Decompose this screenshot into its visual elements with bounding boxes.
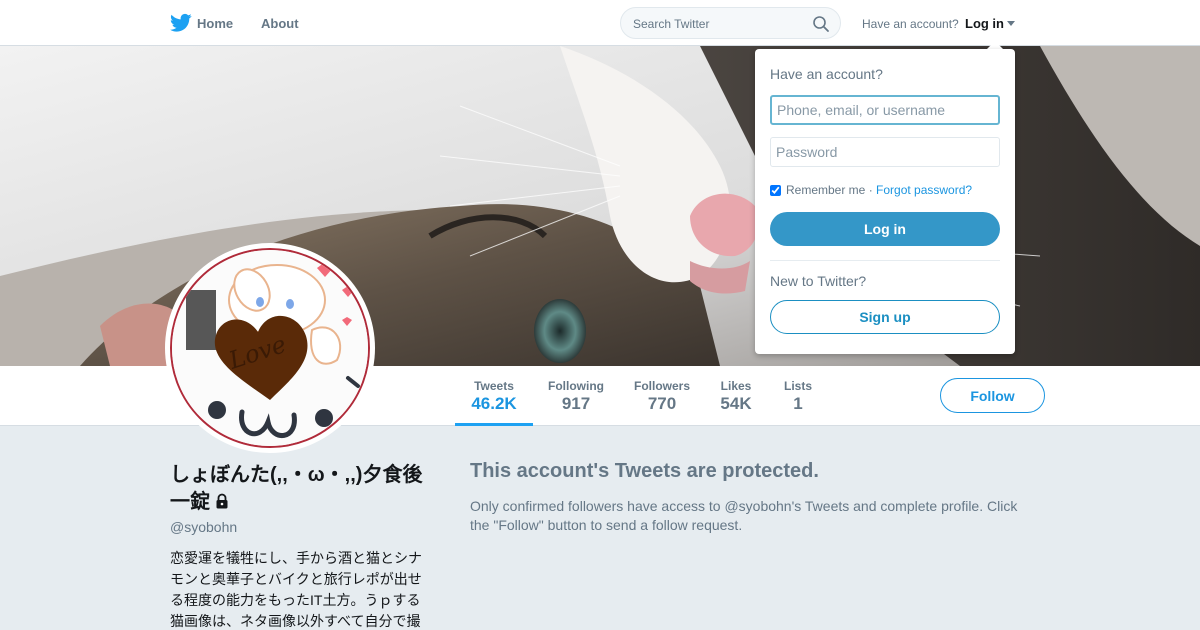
stat-label: Likes	[720, 379, 752, 393]
avatar-illustration: Love	[172, 250, 368, 446]
login-dropdown: Have an account? Remember me · Forgot pa…	[755, 49, 1015, 354]
avatar-image: Love	[170, 248, 370, 448]
stat-tweets[interactable]: Tweets 46.2K	[455, 366, 533, 426]
divider	[770, 260, 1000, 261]
stat-label: Followers	[633, 379, 690, 393]
remember-me-checkbox[interactable]	[770, 184, 781, 196]
stat-value: 917	[561, 394, 591, 413]
profile-handle[interactable]: @syobohn	[170, 519, 237, 535]
nav-home-link[interactable]: Home	[197, 16, 233, 31]
forgot-password-link[interactable]: Forgot password?	[876, 183, 972, 197]
login-dropdown-toggle[interactable]: Log in	[965, 16, 1004, 31]
stat-following[interactable]: Following 917	[543, 366, 609, 426]
stat-label: Tweets	[474, 379, 514, 393]
separator-text: ·	[865, 183, 877, 197]
protected-message: Only confirmed followers have access to …	[470, 498, 1018, 533]
profile-name-text: しょぼんた(,,・ω・,,)夕食後一錠	[170, 464, 423, 513]
follow-button[interactable]: Follow	[940, 378, 1045, 413]
stat-value: 54K	[720, 394, 752, 413]
stat-value: 46.2K	[471, 394, 517, 413]
search-input[interactable]	[633, 15, 803, 33]
login-button[interactable]: Log in	[770, 212, 1000, 246]
search-box	[620, 7, 841, 39]
stat-lists[interactable]: Lists 1	[779, 366, 817, 426]
avatar[interactable]: Love	[165, 243, 375, 453]
stat-value: 1	[793, 394, 803, 413]
profile-name: しょぼんた(,,・ω・,,)夕食後一錠	[170, 462, 440, 516]
dropdown-caret	[987, 41, 1003, 49]
lock-icon	[216, 493, 228, 509]
new-to-twitter-text: New to Twitter?	[770, 273, 867, 289]
remember-me-label[interactable]: Remember me	[786, 183, 865, 197]
twitter-bird-icon[interactable]	[170, 13, 192, 33]
top-navigation-bar: Home About Have an account? Log in	[0, 0, 1200, 46]
stat-followers[interactable]: Followers 770	[628, 366, 696, 426]
caret-down-icon[interactable]	[1007, 21, 1015, 26]
have-account-text: Have an account?	[862, 17, 959, 31]
stat-likes[interactable]: Likes 54K	[714, 366, 758, 426]
password-field[interactable]	[770, 137, 1000, 167]
stat-value: 770	[647, 394, 677, 413]
username-field[interactable]	[770, 95, 1000, 125]
search-icon[interactable]	[812, 15, 830, 33]
dropdown-heading: Have an account?	[770, 66, 883, 82]
remember-row: Remember me · Forgot password?	[770, 183, 972, 197]
nav-about-link[interactable]: About	[261, 16, 299, 31]
stat-label: Following	[548, 379, 604, 393]
signup-button[interactable]: Sign up	[770, 300, 1000, 334]
profile-bio: 恋愛運を犠牲にし、手から酒と猫とシナモンと奥華子とバイクと旅行レポが出せる程度の…	[170, 550, 422, 629]
protected-title: This account's Tweets are protected.	[470, 460, 819, 482]
stat-label: Lists	[783, 379, 812, 393]
